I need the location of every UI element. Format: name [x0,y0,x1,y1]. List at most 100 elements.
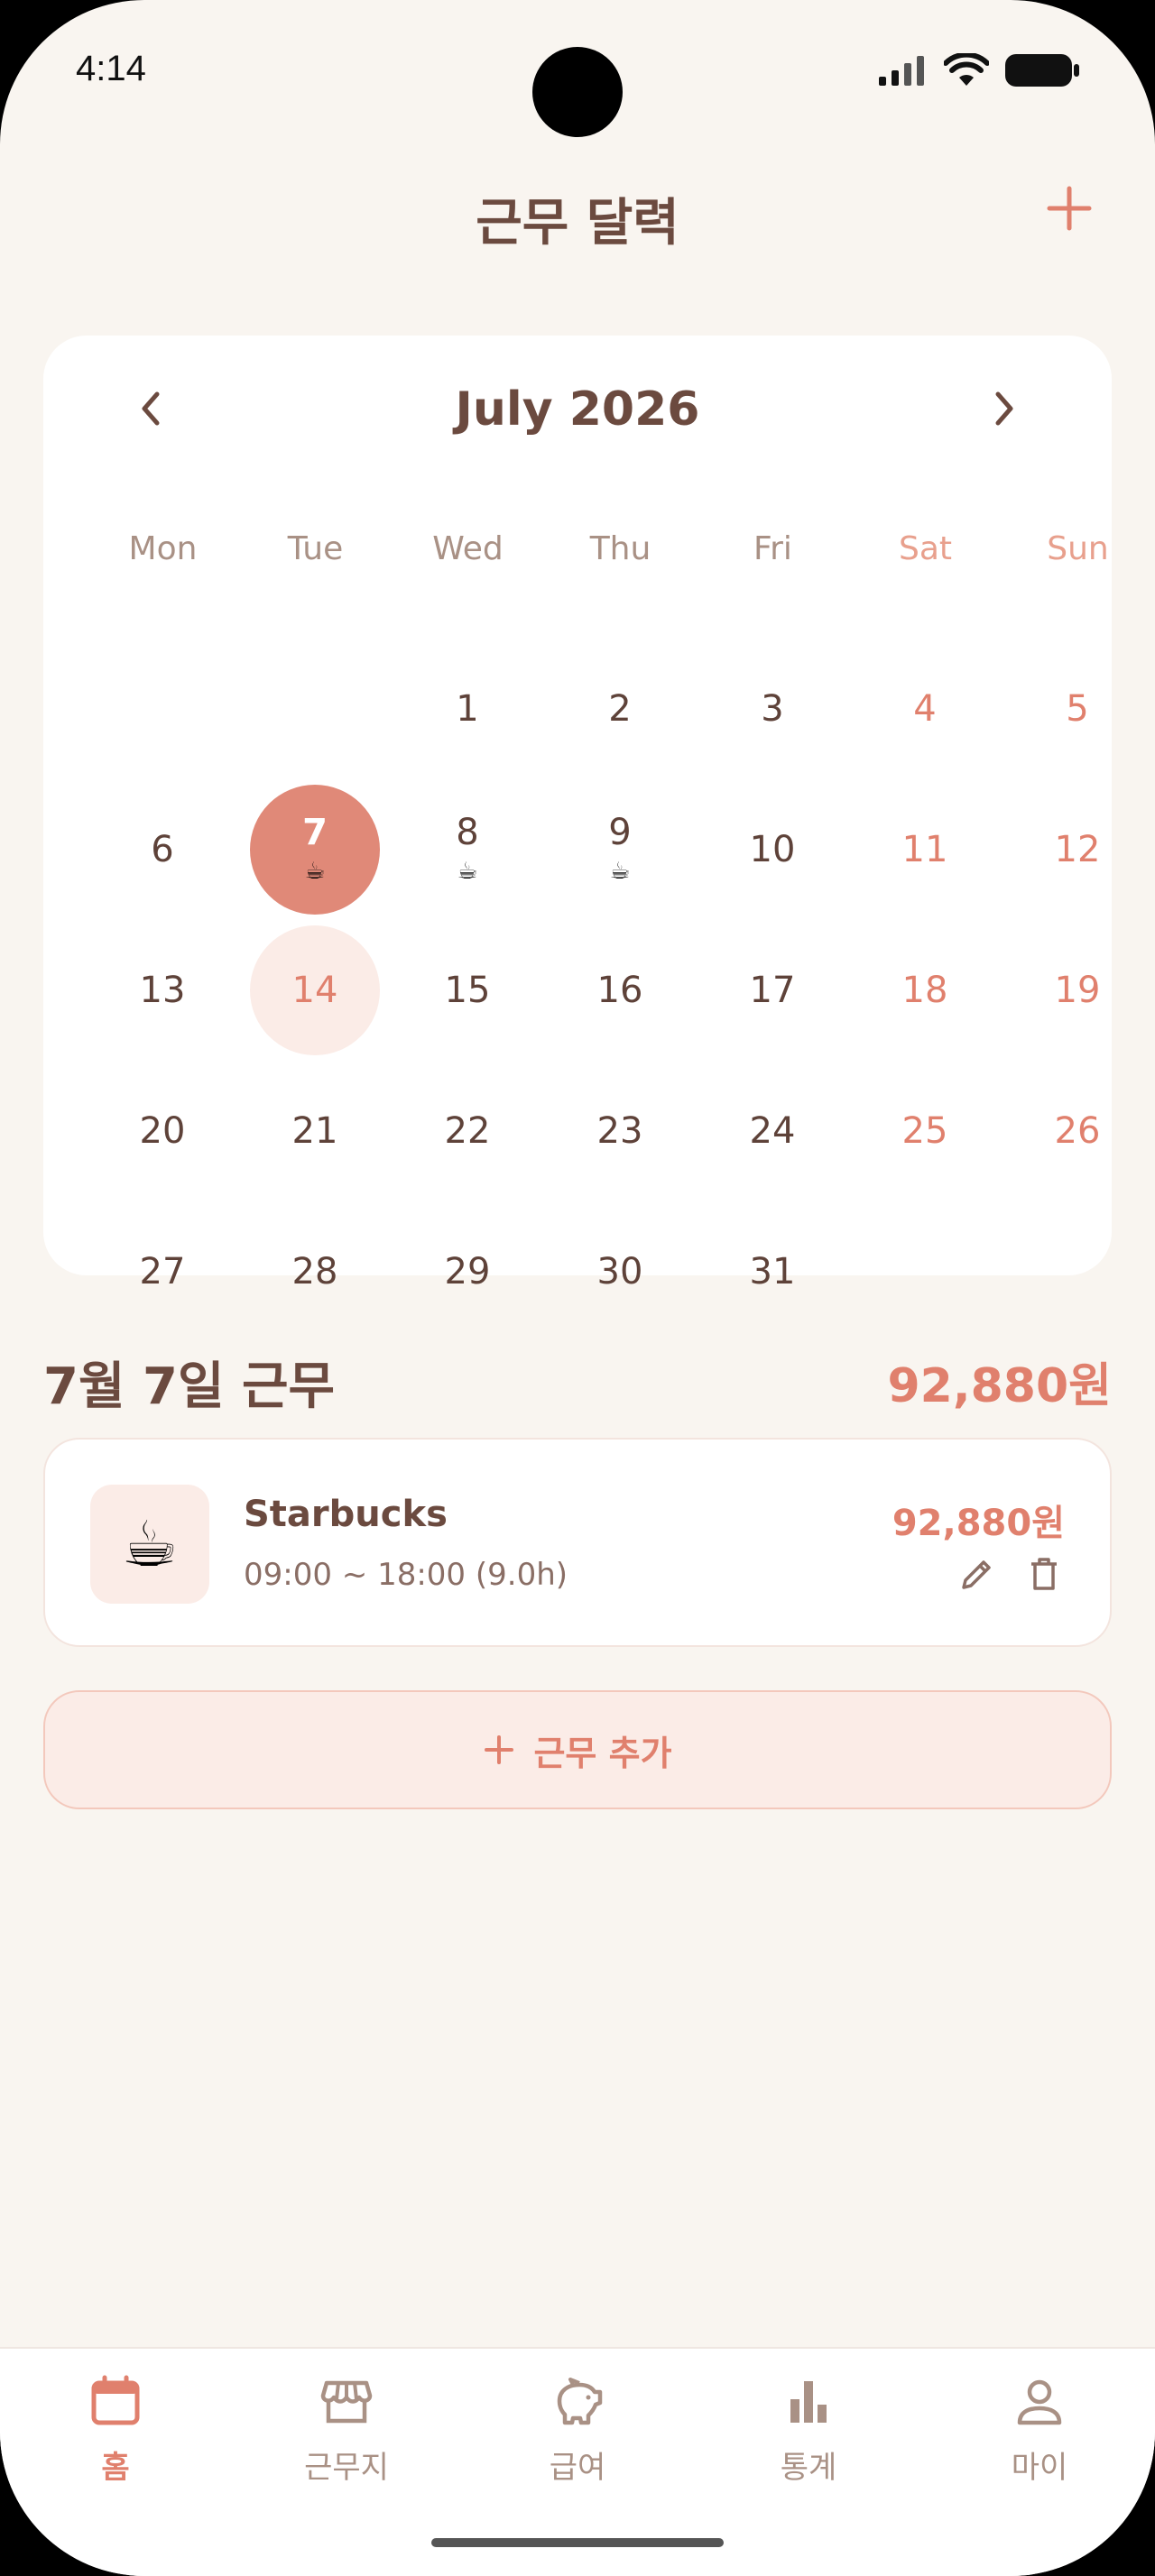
calendar-day[interactable]: 11 [860,785,990,915]
calendar-card: July 2026 Mon Tue Wed Thu Fri Sat Sun 12… [43,336,1112,1290]
calendar-day[interactable]: 6 [97,785,227,915]
coffee-cup-icon: ☕ [90,1485,209,1604]
plus-icon [485,1735,514,1764]
calendar-day[interactable]: 28 [250,1207,380,1337]
calendar-day[interactable]: 9 ☕ [555,785,685,915]
tab-workplaces[interactable]: 근무지 [231,2372,462,2507]
delete-button[interactable] [1023,1553,1065,1595]
day-number: 23 [596,1110,643,1152]
tab-statistics[interactable]: 통계 [693,2372,924,2507]
home-indicator[interactable] [431,2538,724,2547]
calendar-day[interactable]: 29 [402,1207,532,1337]
day-number: 9 [608,812,632,853]
weekday-label: Mon [128,530,198,567]
day-number: 2 [608,688,632,730]
day-number: 11 [901,829,948,870]
coffee-cup-icon: ☕ [609,858,631,885]
store-icon [318,2372,375,2430]
next-month-button[interactable] [973,377,1036,440]
day-number: 25 [901,1110,948,1152]
calendar-day[interactable]: 30 [555,1207,685,1337]
weekday-label: Tue [287,530,344,567]
day-number: 12 [1054,829,1101,870]
add-shift-button[interactable]: 근무 추가 [43,1690,1112,1809]
signal-icon [879,56,924,86]
calendar-day[interactable]: 8 ☕ [402,785,532,915]
weekday-label: Wed [432,530,504,567]
weekday-label: Thu [589,530,651,567]
shift-pay: 92,880원 [892,1503,1065,1544]
calendar-day[interactable]: 5 [1012,644,1142,774]
calendar-day[interactable]: 21 [250,1066,380,1196]
day-number: 19 [1054,970,1101,1011]
calendar-day[interactable]: 31 [707,1207,837,1337]
tab-label: 마이 [1011,2450,1068,2486]
coffee-cup-icon: ☕ [457,858,478,885]
camera-cutout [532,47,623,137]
tab-label: 근무지 [304,2450,389,2486]
day-number: 30 [596,1251,643,1293]
weekday-header: Mon Tue Wed Thu Fri Sat Sun [43,530,1112,575]
day-number: 31 [749,1251,796,1293]
day-number: 13 [139,970,186,1011]
day-number: 8 [456,812,479,853]
status-time: 4:14 [76,49,146,88]
day-number: 18 [901,970,948,1011]
calendar-day[interactable]: 16 [555,925,685,1055]
day-number: 3 [761,688,784,730]
calendar-day[interactable]: 12 [1012,785,1142,915]
month-nav: July 2026 [43,382,1112,437]
day-number: 17 [749,970,796,1011]
shift-actions [956,1553,1065,1595]
wifi-icon [944,53,989,86]
calendar-day[interactable]: 19 [1012,925,1142,1055]
weekday-label: Sat [898,530,953,567]
calendar-day[interactable]: 22 [402,1066,532,1196]
page-title: 근무 달력 [476,194,679,253]
tab-home[interactable]: 홈 [0,2372,231,2507]
calendar-day[interactable]: 26 [1012,1066,1142,1196]
calendar-day[interactable]: 4 [860,644,990,774]
day-number: 27 [139,1251,186,1293]
day-number: 24 [749,1110,796,1152]
add-button[interactable] [1038,177,1101,240]
day-number: 21 [291,1110,338,1152]
calendar-day[interactable]: 23 [555,1066,685,1196]
calendar-day[interactable]: 17 [707,925,837,1055]
day-section-title: 7월 7일 근무 [43,1357,336,1416]
calendar-day[interactable]: 27 [97,1207,227,1337]
day-number: 15 [444,970,491,1011]
calendar-day[interactable]: 2 [555,644,685,774]
tab-label: 급여 [549,2450,606,2486]
coffee-cup-icon: ☕ [304,858,326,885]
trash-icon [1031,1558,1057,1590]
calendar-day[interactable]: 20 [97,1066,227,1196]
calendar-day[interactable]: 13 [97,925,227,1055]
day-number: 22 [444,1110,491,1152]
day-number: 14 [291,970,338,1011]
day-number: 16 [596,970,643,1011]
day-number: 28 [291,1251,338,1293]
day-number: 1 [456,688,479,730]
add-shift-label: 근무 추가 [533,1733,672,1773]
day-number: 29 [444,1251,491,1293]
calendar-day[interactable]: 10 [707,785,837,915]
calendar-day[interactable]: 25 [860,1066,990,1196]
shift-card[interactable]: ☕ Starbucks 09:00 ~ 18:00 (9.0h) 92,880원 [43,1438,1112,1647]
tab-salary[interactable]: 급여 [462,2372,693,2507]
shift-time-range: 09:00 ~ 18:00 (9.0h) [244,1557,568,1593]
app-header: 근무 달력 [0,171,1155,253]
calendar-day[interactable]: 1 [402,644,532,774]
day-number: 20 [139,1110,186,1152]
day-section-header: 7월 7일 근무 92,880원 [43,1339,1112,1416]
tab-label: 홈 [101,2450,130,2486]
edit-button[interactable] [956,1553,998,1595]
tab-my[interactable]: 마이 [924,2372,1155,2507]
day-number: 4 [913,688,937,730]
calendar-day[interactable]: 7 ☕ [250,785,380,915]
calendar-day[interactable]: 3 [707,644,837,774]
calendar-day[interactable]: 18 [860,925,990,1055]
calendar-day[interactable]: 24 [707,1066,837,1196]
calendar-day[interactable]: 14 [250,925,380,1055]
calendar-day[interactable]: 15 [402,925,532,1055]
